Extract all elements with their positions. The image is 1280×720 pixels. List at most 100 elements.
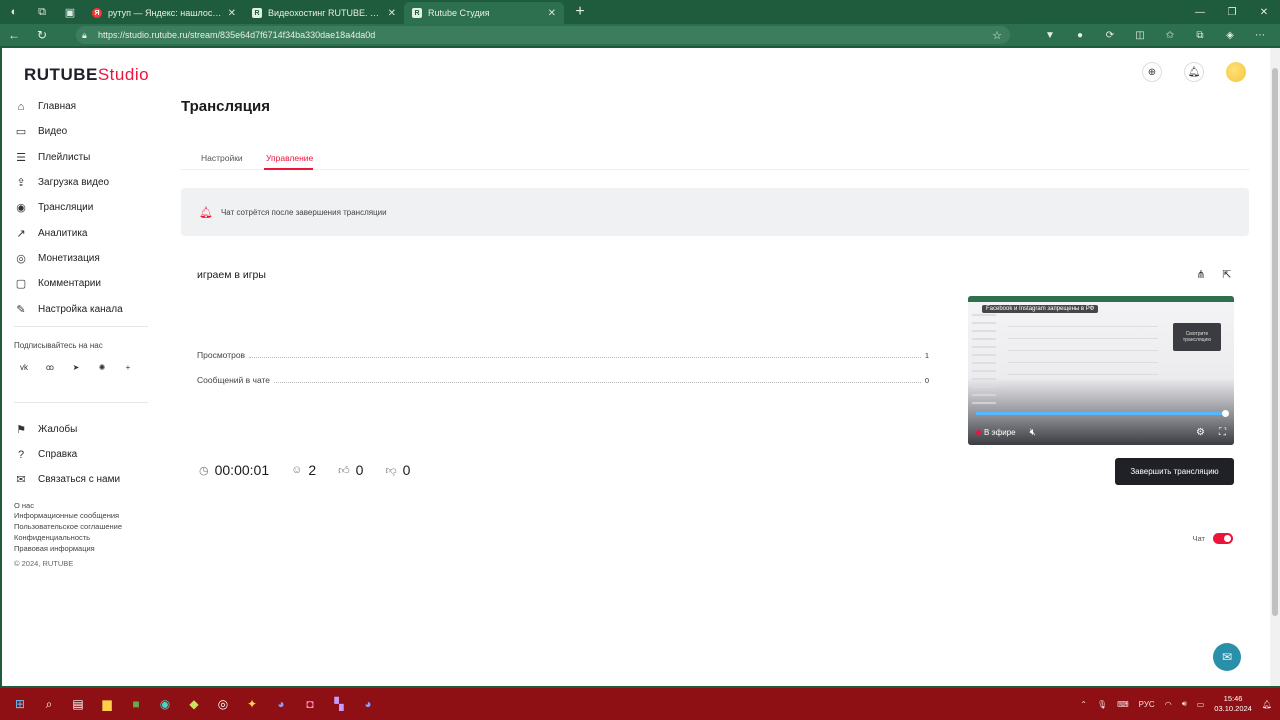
close-tab-icon[interactable]: ✕ [548,8,556,19]
sidebar-item-home[interactable]: ⌂ Главная [14,94,154,119]
avatar[interactable] [1226,62,1246,82]
header-actions: ⊕ 🔔︎ [1142,62,1246,82]
tab-title: Видеохостинг RUTUBE. Смотрите... [268,8,382,18]
wifi-icon[interactable]: ◠ [1165,700,1172,709]
game-icon[interactable]: ✦ [242,694,262,714]
sidebar-item-broadcast[interactable]: ◉ Трансляции [14,195,154,220]
sidebar-item-complaints[interactable]: ⚑ Жалобы [14,417,154,442]
chat-toggle[interactable] [1213,533,1233,544]
telegram-icon[interactable]: ➤ [70,362,82,374]
sidebar-item-upload[interactable]: ⇪ Загрузка видео [14,170,154,195]
tab-management[interactable]: Управление [266,153,313,163]
end-stream-button[interactable]: Завершить трансляцию [1115,458,1234,485]
stream-title: играем в игры [197,269,266,281]
more-social-icon[interactable]: + [122,362,134,374]
close-tab-icon[interactable]: ✕ [228,8,236,19]
back-icon[interactable]: ← [0,28,28,42]
volume-icon[interactable]: 🔊︎ [1182,699,1187,709]
favorites-icon[interactable]: ✩ [1160,27,1180,43]
search-icon[interactable]: ⌕ [39,694,59,714]
discord-icon[interactable]: ◕ [271,694,291,714]
rutube-favicon-icon: R [412,8,422,18]
minimize-icon[interactable]: — [1184,0,1216,24]
favorite-star-icon[interactable]: ☆ [992,29,1002,42]
microphone-icon[interactable]: 🎙︎ [1097,700,1107,709]
discord-alt-icon[interactable]: ◕ [358,694,378,714]
tabs: Настройки Управление [180,144,1250,170]
taskview-icon[interactable]: ▤ [68,694,88,714]
browser-tab-rutube[interactable]: R Видеохостинг RUTUBE. Смотрите... ✕ [244,2,404,24]
close-window-icon[interactable]: ✕ [1248,0,1280,24]
workspaces-icon[interactable]: ⧉ [28,0,56,24]
sidebar-item-help[interactable]: ? Справка [14,442,154,467]
extension-sync-icon[interactable]: ⟳ [1100,27,1120,43]
obs-icon[interactable]: ◎ [213,694,233,714]
stream-preview-player[interactable]: Смотрите трансляцию Facebook и Instagram… [968,296,1234,445]
open-external-icon[interactable]: ⇱ [1221,268,1233,281]
support-chat-button[interactable]: ✉ [1213,643,1241,671]
create-icon[interactable]: ⊕ [1142,62,1162,82]
tab-settings[interactable]: Настройки [201,153,243,163]
edge-icon[interactable]: ◉ [155,694,175,714]
extension-dot-icon[interactable]: ● [1070,27,1090,43]
sidebar-item-contact[interactable]: ✉ Связаться с нами [14,467,154,492]
sidebar-item-comments[interactable]: ▢ Комментарии [14,271,154,296]
settings-gear-icon[interactable]: ⚙ [1196,427,1205,438]
tab-actions-icon[interactable]: ▣ [56,0,84,24]
notification-icon[interactable]: 🔔︎ [1262,700,1272,709]
reload-icon[interactable]: ↻ [28,28,56,42]
dzen-icon[interactable]: ✺ [96,362,108,374]
player-progress[interactable] [976,412,1226,415]
footer-link-info[interactable]: Информационные сообщения [14,511,154,522]
clock[interactable]: 15:46 03.10.2024 [1214,694,1252,714]
start-icon[interactable]: ⊞ [10,694,30,714]
footer-link-legal[interactable]: Правовая информация [14,544,154,555]
sidebar-item-playlist[interactable]: ☰ Плейлисты [14,145,154,170]
sidebar-item-monetization[interactable]: ◎ Монетизация [14,246,154,271]
tray-expand-icon[interactable]: ⌃ [1080,700,1087,709]
player-progress-knob[interactable] [1222,410,1229,417]
battery-icon[interactable]: ▭ [1197,700,1205,709]
page-scrollbar[interactable] [1270,48,1280,686]
stat-views: Просмотров 1 [197,350,929,360]
sidebar-item-channel-settings[interactable]: ✎ Настройка канала [14,296,154,321]
odnoklassniki-icon[interactable]: ꝏ [44,362,56,374]
sidebar-item-video[interactable]: ▭ Видео [14,119,154,144]
browser-addressbar: ← ↻ 🔒︎ https://studio.rutube.ru/stream/8… [0,24,1280,46]
menu-icon[interactable]: ⋯ [1250,27,1270,43]
sidebar-item-analytics[interactable]: ↗ Аналитика [14,220,154,245]
footer-link-privacy[interactable]: Конфиденциальность [14,533,154,544]
instagram-icon[interactable]: ◘ [300,694,320,714]
collections-icon[interactable]: ⧉ [1190,27,1210,43]
keyboard-icon[interactable]: ⌨ [1117,700,1129,709]
app-icon[interactable]: ◆ [184,694,204,714]
extension-shield-icon[interactable]: ▼ [1040,27,1060,43]
scrollbar-thumb[interactable] [1272,68,1278,616]
complaints-icon: ⚑ [16,423,26,436]
notifications-icon[interactable]: 🔔︎ [1184,62,1204,82]
twitch-icon[interactable]: ▚ [329,694,349,714]
browser-tab-yandex[interactable]: Я рутуп — Яндекс: нашлось 3 тыс... ✕ [84,2,244,24]
rutube-studio-logo[interactable]: RUTUBEStudio [24,65,149,85]
new-tab-icon[interactable]: + [570,3,590,21]
close-tab-icon[interactable]: ✕ [388,8,396,19]
vk-icon[interactable]: vk [18,362,30,374]
copilot-icon[interactable]: ◈ [1220,27,1240,43]
browser-tab-studio[interactable]: R Rutube Студия ✕ [404,2,564,24]
browser-tabbar: ◐ ⧉ ▣ Я рутуп — Яндекс: нашлось 3 тыс...… [0,0,1280,24]
split-screen-icon[interactable]: ◫ [1130,27,1150,43]
footer-link-agreement[interactable]: Пользовательское соглашение [14,522,154,533]
chat-toggle-row: Чат [1193,533,1233,544]
maximize-icon[interactable]: ❐ [1216,0,1248,24]
profile-icon[interactable]: ◐ [0,0,28,24]
mute-icon[interactable]: 🔇︎ [1030,427,1036,438]
url-field[interactable]: 🔒︎ https://studio.rutube.ru/stream/835e6… [76,26,1010,44]
footer-link-about[interactable]: О нас [14,501,154,512]
minecraft-icon[interactable]: ■ [126,694,146,714]
file-explorer-icon[interactable]: ▆ [97,694,117,714]
language-indicator[interactable]: РУС [1139,700,1155,709]
fullscreen-icon[interactable]: ⛶ [1219,427,1226,438]
share-icon[interactable]: ⋔ [1195,268,1207,281]
live-label: В эфире [984,427,1016,437]
likes-value: 0 [355,462,364,478]
